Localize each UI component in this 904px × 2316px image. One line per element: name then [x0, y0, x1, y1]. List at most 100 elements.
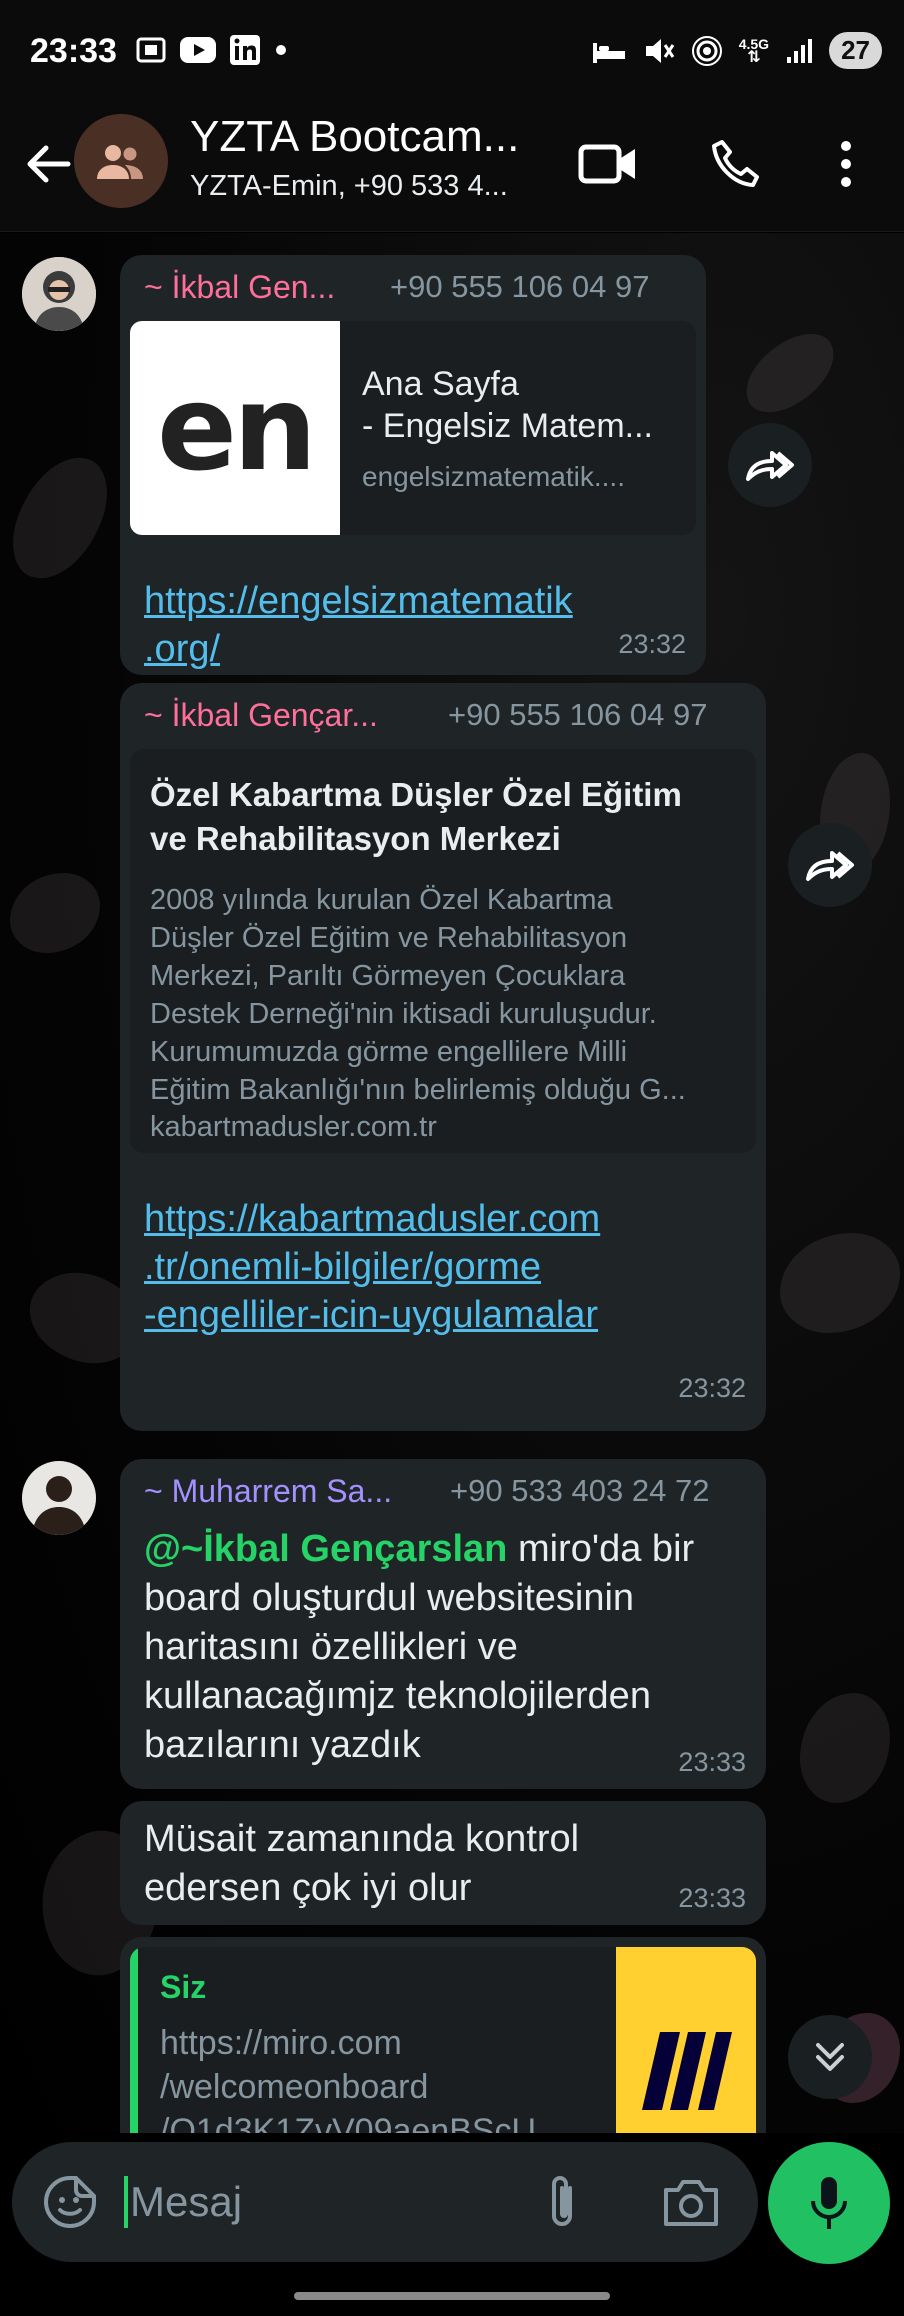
message-composer: Mesaj: [12, 2142, 758, 2262]
wallpaper-petal: [731, 322, 849, 424]
chat-header: YZTA Bootcam... YZTA-Emin, +90 533 4...: [0, 104, 904, 232]
status-time: 23:33: [30, 32, 117, 70]
preview-desc-line: Eğitim Bakanlığı'nın belirlemiş olduğu G…: [150, 1074, 686, 1106]
4g-signal-icon: 4.5G ⇅: [739, 37, 769, 66]
forward-icon: [746, 451, 794, 481]
sender-avatar[interactable]: [22, 257, 96, 331]
wallpaper-petal: [10, 873, 100, 953]
forward-button[interactable]: [728, 423, 812, 507]
message-text: @~İkbal Gençarslan miro'da bir board olu…: [144, 1525, 754, 1770]
wallpaper-petal: [780, 1233, 900, 1333]
chat-title[interactable]: YZTA Bootcam...: [190, 112, 530, 162]
link-line: https://engelsizmatematik: [144, 580, 573, 622]
group-avatar[interactable]: [74, 114, 168, 208]
camera-button[interactable]: [662, 2176, 720, 2233]
hotspot-icon: [691, 35, 722, 66]
preview-domain: kabartmadusler.com.tr: [150, 1111, 437, 1143]
text-cursor: [124, 2176, 128, 2228]
battery-icon: 27: [829, 32, 882, 69]
message-link[interactable]: https://kabartmadusler.com .tr/onemli-bi…: [144, 1195, 600, 1339]
sticker-icon: [44, 2176, 96, 2228]
system-navigation-bar: [0, 2278, 904, 2316]
miro-thumbnail: [616, 1947, 756, 2133]
sender-name[interactable]: ~ İkbal Gen...: [144, 269, 354, 306]
message-text-line: Müsait zamanında kontrol: [144, 1818, 580, 1860]
emoji-sticker-button[interactable]: [42, 2174, 98, 2235]
message-time: 23:33: [678, 1747, 746, 1777]
back-button[interactable]: [18, 134, 78, 194]
more-options-button[interactable]: [814, 132, 878, 196]
quote-line: https://miro.com: [160, 2024, 402, 2062]
video-camera-icon: [578, 144, 635, 184]
quoted-message[interactable]: Siz https://miro.com /welcomeonboard /Q1…: [130, 1947, 756, 2133]
link-preview[interactable]: en Ana Sayfa - Engelsiz Matem... engelsi…: [130, 321, 696, 535]
quote-text: https://miro.com /welcomeonboard /Q1d3K1…: [160, 2021, 580, 2133]
double-chevron-down-icon: [816, 2043, 844, 2071]
miro-logo-icon: [642, 2032, 732, 2110]
screenshot-icon: [136, 37, 166, 63]
signal-icon: [787, 38, 813, 63]
arrows-glyph: ⇅: [747, 48, 761, 66]
message-time: 23:32: [678, 1373, 746, 1403]
link-line: .tr/onemli-bilgiler/gorme: [144, 1246, 542, 1288]
preview-desc-line: Düşler Özel Eğitim ve Rehabilitasyon: [150, 922, 628, 954]
dot-icon: [276, 45, 286, 55]
sender-name[interactable]: ~ İkbal Gençar...: [144, 697, 414, 734]
preview-title-line: ve Rehabilitasyon Merkezi: [150, 820, 561, 857]
preview-desc-line: Destek Derneği'nin iktisadi kuruluşudur.: [150, 998, 657, 1030]
sender-avatar[interactable]: [22, 1461, 96, 1535]
message-bubble[interactable]: Müsait zamanında kontrol edersen çok iyi…: [120, 1801, 766, 1925]
message-text-line: edersen çok iyi olur: [144, 1867, 472, 1909]
message-bubble[interactable]: ~ Muharrem Sa... +90 533 403 24 72 @~İkb…: [120, 1459, 766, 1789]
message-text-line: miro'da bir: [507, 1528, 695, 1570]
message-bubble[interactable]: Siz https://miro.com /welcomeonboard /Q1…: [120, 1937, 766, 2133]
video-call-button[interactable]: [576, 132, 640, 196]
camera-icon: [664, 2180, 718, 2226]
mention[interactable]: @~İkbal Gençarslan: [144, 1528, 507, 1570]
sender-name[interactable]: ~ Muharrem Sa...: [144, 1473, 424, 1510]
message-time: 23:33: [678, 1883, 746, 1913]
preview-title: Özel Kabartma Düşler Özel Eğitim ve Reha…: [150, 773, 682, 861]
voice-call-button[interactable]: [704, 132, 768, 196]
message-text: Müsait zamanında kontrol edersen çok iyi…: [144, 1815, 704, 1913]
status-system-icons: 4.5G ⇅ 27: [591, 32, 882, 69]
message-bubble[interactable]: ~ İkbal Gençar... +90 555 106 04 97 Özel…: [120, 683, 766, 1431]
voice-record-button[interactable]: [768, 2142, 890, 2264]
message-text-line: haritasını özellikleri ve: [144, 1626, 518, 1668]
arrow-left-icon: [27, 145, 71, 183]
wallpaper-petal: [0, 443, 120, 593]
message-text-line: board oluşturdul websitesinin: [144, 1577, 635, 1619]
message-bubble[interactable]: ~ İkbal Gen... +90 555 106 04 97 en Ana …: [120, 255, 706, 675]
youtube-icon: [180, 37, 216, 63]
forward-button[interactable]: [788, 823, 872, 907]
person-avatar-icon: [22, 1461, 96, 1535]
preview-title-line: Ana Sayfa: [362, 365, 519, 403]
preview-desc-line: Kurumumuzda görme engellilere Milli: [150, 1036, 628, 1068]
scroll-to-bottom-button[interactable]: [788, 2015, 872, 2099]
paperclip-icon: [552, 2176, 572, 2226]
attach-button[interactable]: [540, 2172, 584, 2237]
preview-logo-text: en: [156, 359, 317, 497]
link-line: .org/: [144, 628, 221, 670]
link-line: -engelliler-icin-uygulamalar: [144, 1294, 599, 1336]
link-line: https://kabartmadusler.com: [144, 1198, 601, 1240]
sender-phone: +90 533 403 24 72: [450, 1473, 710, 1508]
status-bar: 23:33 4.5G ⇅ 27: [0, 0, 904, 104]
sender-phone: +90 555 106 04 97: [390, 269, 650, 304]
group-icon: [97, 145, 143, 179]
quote-line: /Q1d3K1ZvV09aenBScU...: [160, 2112, 565, 2133]
home-gesture-handle[interactable]: [294, 2292, 610, 2300]
preview-domain: engelsizmatematik....: [362, 461, 625, 492]
preview-description: 2008 yılında kurulan Özel Kabartma Düşle…: [150, 881, 740, 1109]
mute-icon: [645, 38, 674, 63]
bed-icon: [592, 42, 625, 63]
message-text-line: bazılarını yazdık: [144, 1724, 421, 1766]
chat-participants[interactable]: YZTA-Emin, +90 533 4...: [190, 170, 540, 203]
message-input[interactable]: Mesaj: [130, 2178, 242, 2226]
chat-messages[interactable]: ~ İkbal Gen... +90 555 106 04 97 en Ana …: [0, 233, 904, 2133]
link-preview[interactable]: Özel Kabartma Düşler Özel Eğitim ve Reha…: [130, 749, 756, 1153]
message-link[interactable]: https://engelsizmatematik .org/: [144, 577, 573, 673]
forward-icon: [806, 851, 854, 881]
person-avatar-icon: [22, 257, 96, 331]
status-notification-icons: [135, 34, 289, 66]
